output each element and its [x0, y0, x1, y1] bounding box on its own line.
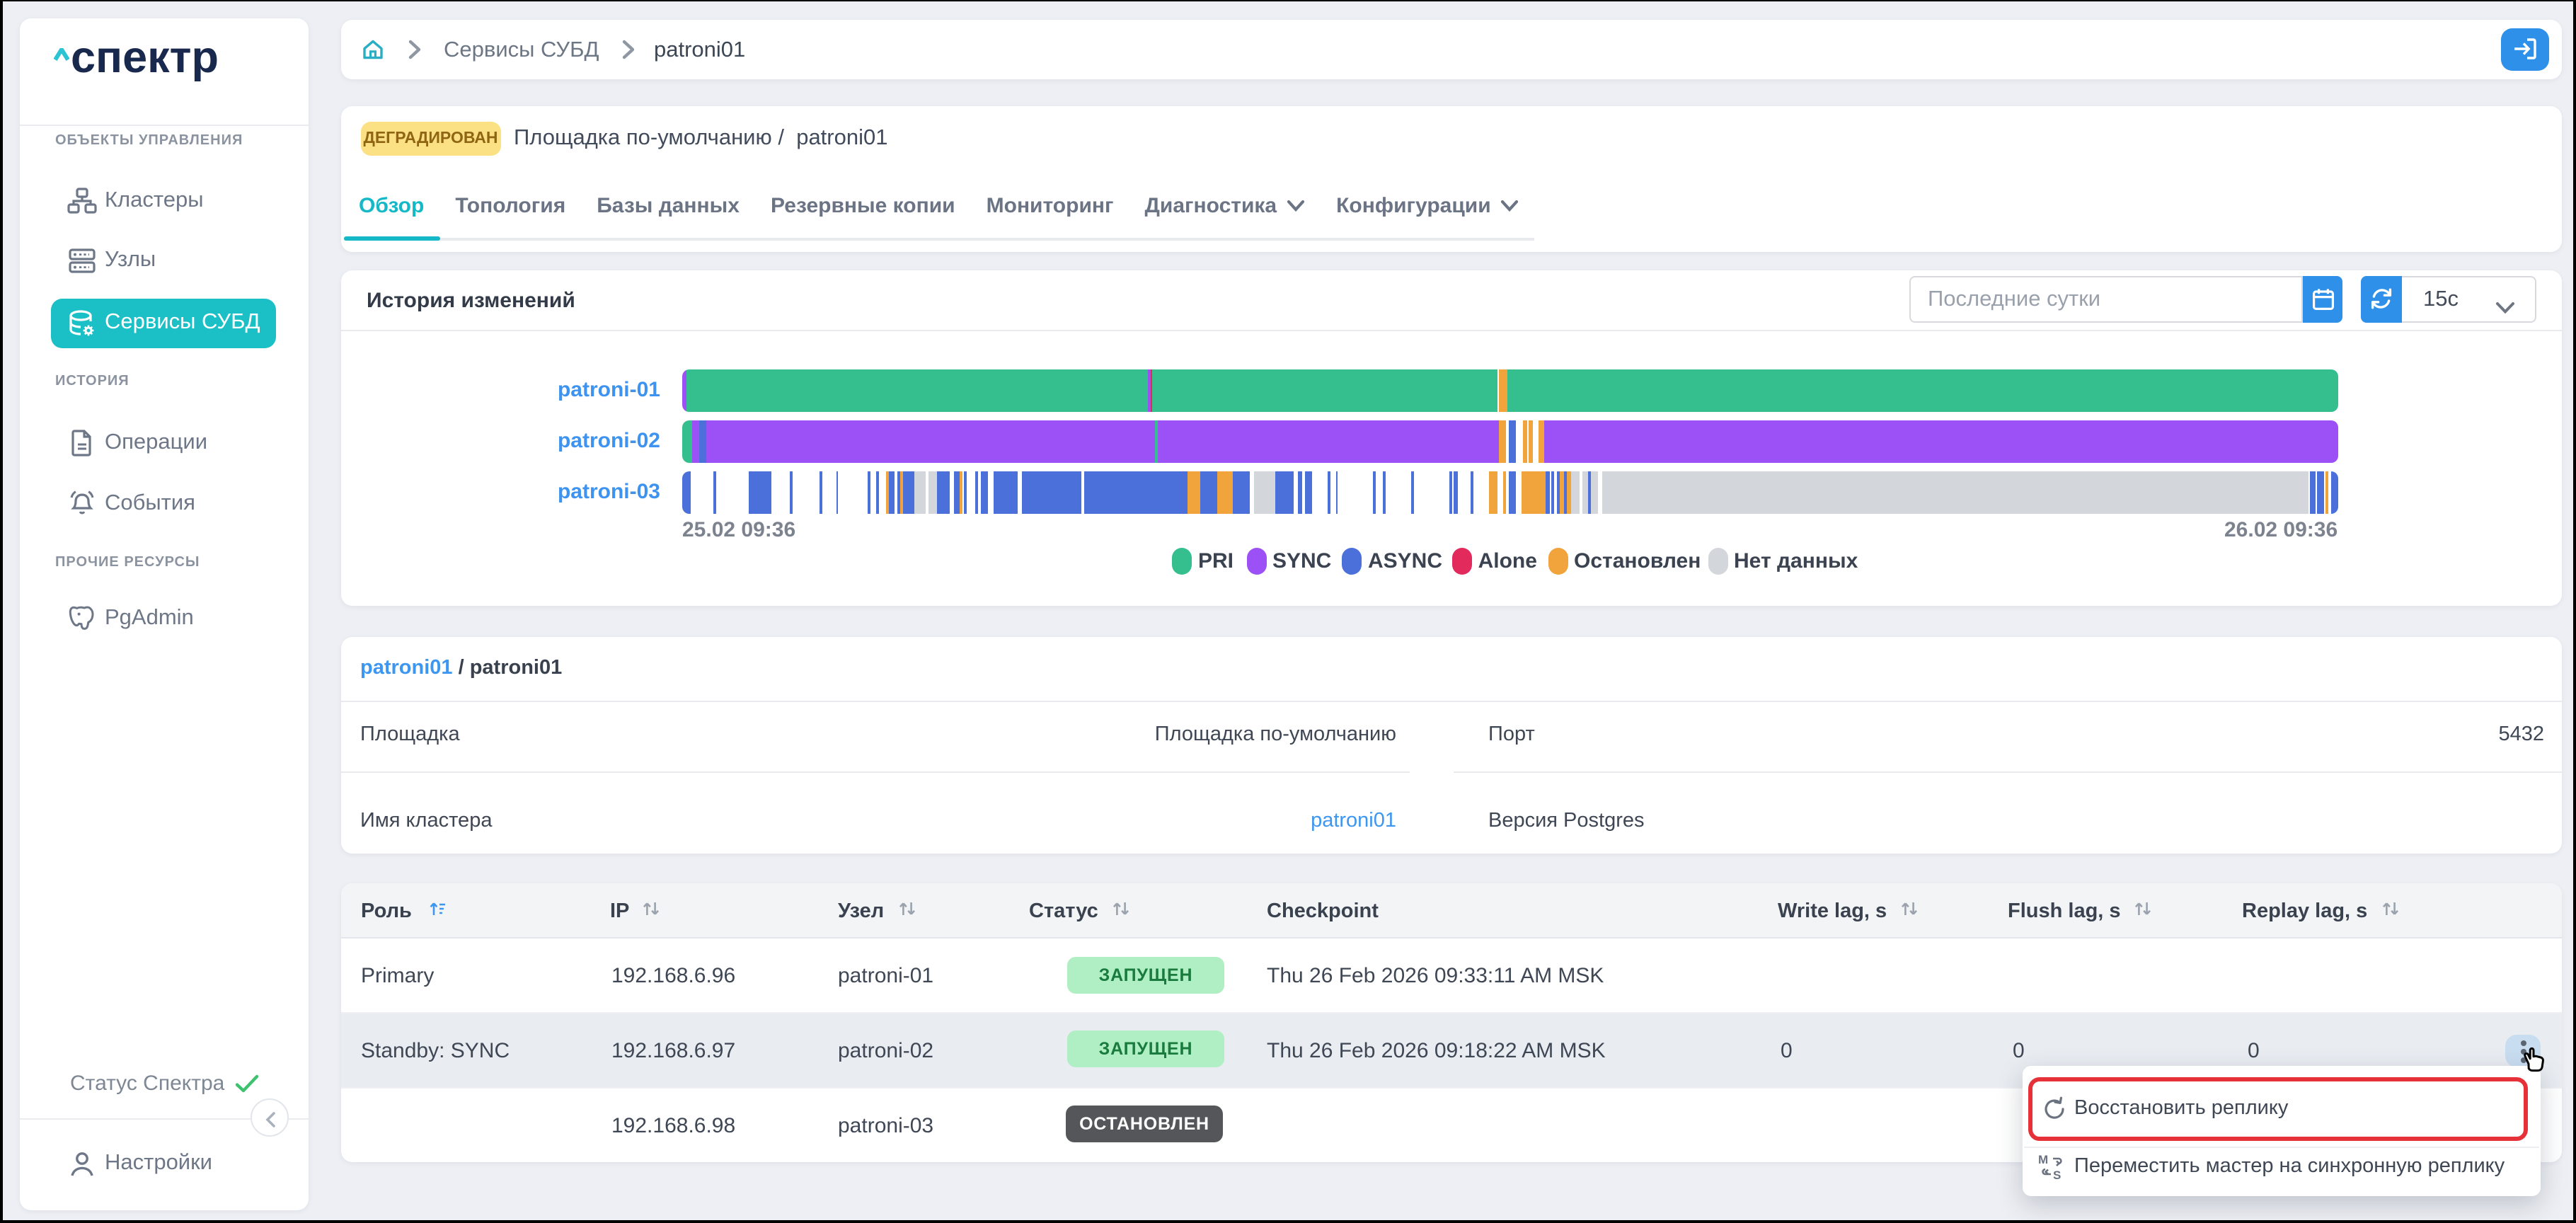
svg-text:M: M	[2038, 1153, 2048, 1166]
svg-text:S: S	[2053, 1169, 2061, 1181]
